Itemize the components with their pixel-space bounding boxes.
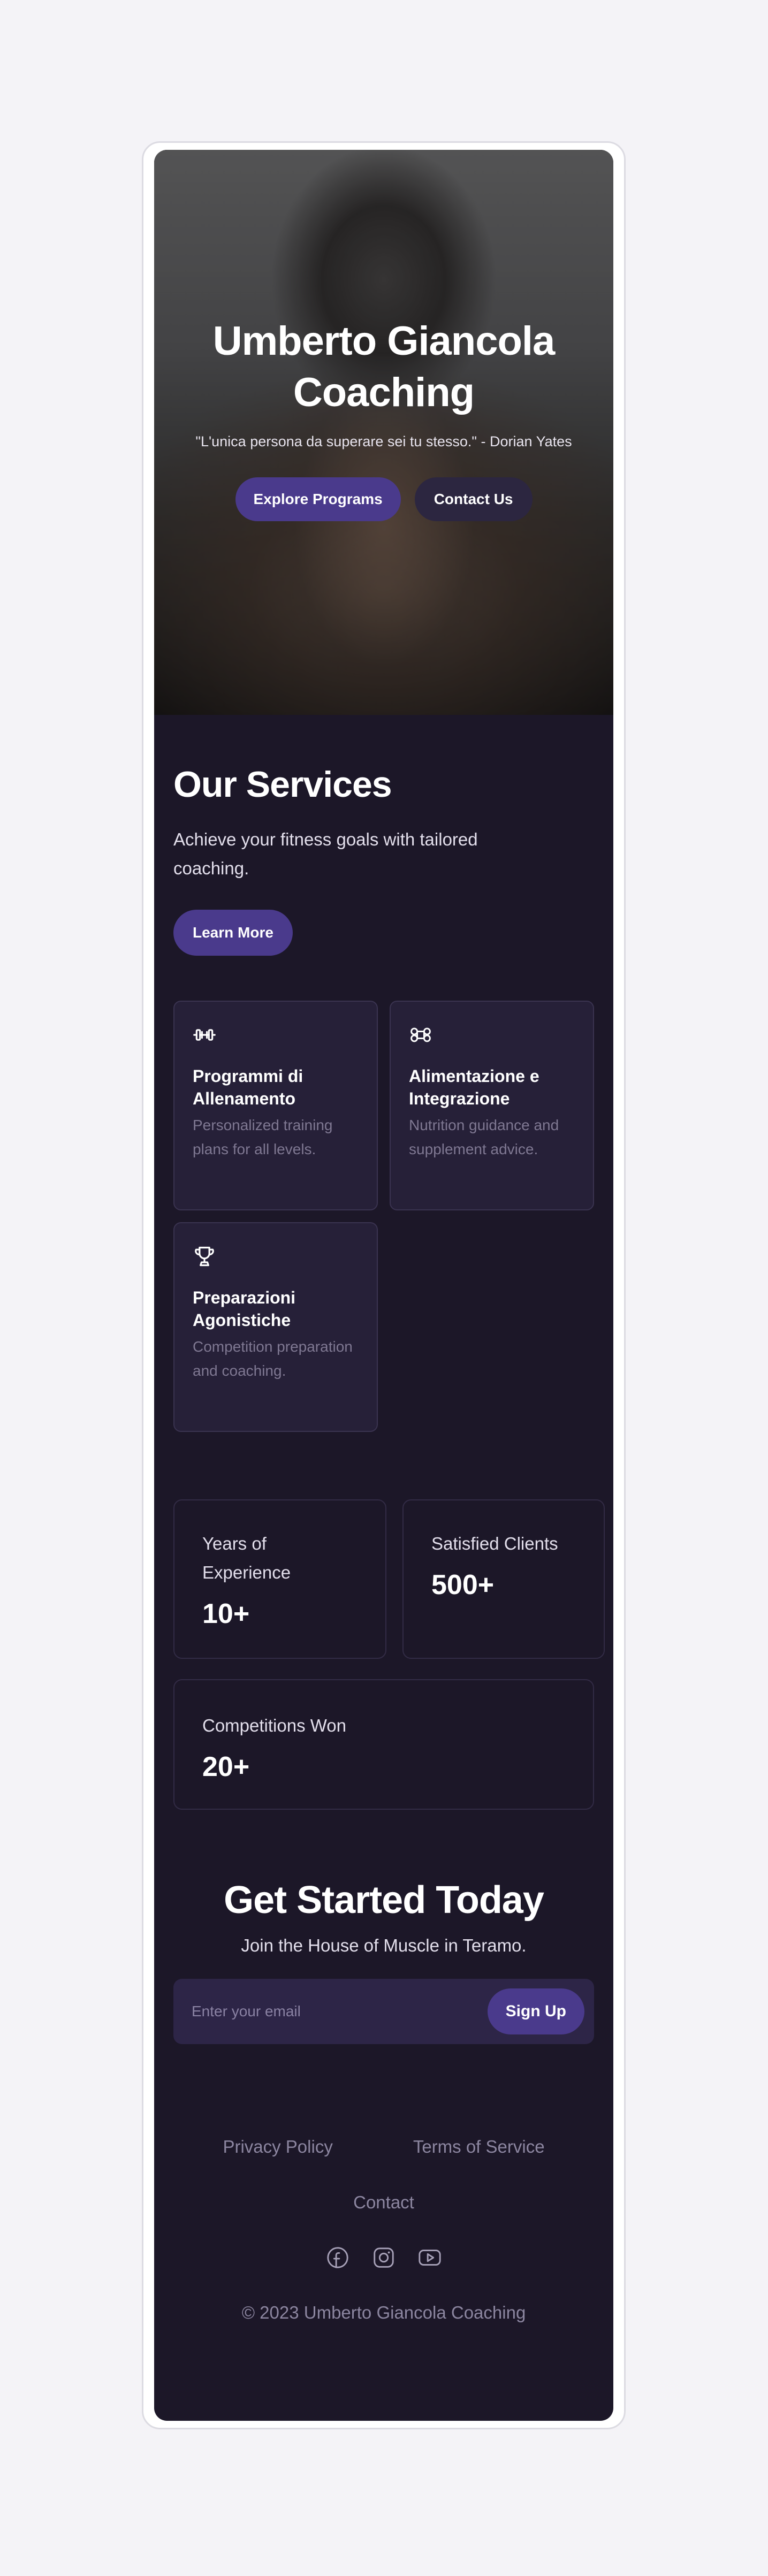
service-text: Nutrition guidance and supplement advice…	[409, 1117, 559, 1157]
stat-value: 500+	[431, 1569, 495, 1601]
learn-more-button[interactable]: Learn More	[173, 910, 293, 956]
stats-section: Years of Experience 10+ Satisfied Client…	[154, 1432, 613, 1810]
app-screen: Umberto Giancola Coaching "L'unica perso…	[154, 150, 613, 2421]
trophy-icon	[195, 1246, 214, 1267]
hero-section: Umberto Giancola Coaching "L'unica perso…	[154, 150, 613, 715]
hero-buttons: Explore Programs Contact Us	[154, 477, 613, 521]
service-title: Programmi di Allenamento	[193, 1066, 303, 1108]
dumbbell-icon	[193, 1029, 216, 1041]
social-links	[173, 2245, 594, 2270]
cta-title: Get Started Today	[224, 1879, 544, 1922]
stat-card-clients: Satisfied Clients 500+	[402, 1499, 605, 1659]
stat-card-competitions: Competitions Won 20+	[173, 1679, 594, 1810]
cta-section: Get Started Today Join the House of Musc…	[154, 1810, 613, 2044]
footer: Privacy Policy Terms of Service Contact …	[154, 2044, 613, 2325]
service-card-nutrition[interactable]: Alimentazione e Integrazione Nutrition g…	[390, 1001, 594, 1210]
facebook-icon[interactable]	[325, 2245, 350, 2270]
services-description: Achieve your fitness goals with tailored…	[173, 829, 478, 878]
stat-label: Years of Experience	[202, 1534, 291, 1582]
service-text: Competition preparation and coaching.	[193, 1338, 353, 1379]
stats-row: Years of Experience 10+ Satisfied Client…	[173, 1499, 605, 1659]
sign-up-button[interactable]: Sign Up	[487, 1988, 584, 2034]
footer-links: Privacy Policy Terms of Service	[173, 2135, 594, 2159]
hero-title: Umberto Giancola Coaching	[212, 318, 556, 415]
service-card-competition[interactable]: Preparazioni Agonistiche Competition pre…	[173, 1222, 378, 1432]
hero-quote: "L'unica persona da superare sei tu stes…	[195, 433, 572, 449]
youtube-icon[interactable]	[417, 2245, 442, 2270]
email-input[interactable]	[192, 1999, 459, 2024]
services-section: Our Services Achieve your fitness goals …	[154, 715, 613, 1432]
services-grid: Programmi di Allenamento Personalized tr…	[173, 1001, 594, 1432]
stat-value: 20+	[202, 1751, 250, 1782]
stat-value: 10+	[202, 1598, 250, 1629]
hero-content: Umberto Giancola Coaching "L'unica perso…	[154, 316, 613, 521]
stat-label: Competitions Won	[202, 1716, 347, 1735]
cta-subtitle: Join the House of Muscle in Teramo.	[241, 1935, 527, 1955]
contact-link[interactable]: Contact	[173, 2191, 594, 2214]
instagram-icon[interactable]	[371, 2245, 396, 2270]
service-title: Preparazioni Agonistiche	[193, 1288, 296, 1330]
service-text: Personalized training plans for all leve…	[193, 1117, 333, 1157]
terms-of-service-link[interactable]: Terms of Service	[413, 2135, 545, 2159]
service-card-training[interactable]: Programmi di Allenamento Personalized tr…	[173, 1001, 378, 1210]
privacy-policy-link[interactable]: Privacy Policy	[223, 2135, 332, 2159]
explore-programs-button[interactable]: Explore Programs	[235, 477, 401, 521]
stat-card-experience: Years of Experience 10+	[173, 1499, 386, 1659]
copyright: © 2023 Umberto Giancola Coaching	[241, 2303, 526, 2322]
services-heading: Our Services	[173, 764, 392, 805]
service-title: Alimentazione e Integrazione	[409, 1066, 539, 1108]
signup-form: Sign Up	[173, 1979, 594, 2044]
stat-label: Satisfied Clients	[431, 1534, 558, 1553]
command-icon	[410, 1027, 431, 1042]
contact-us-button[interactable]: Contact Us	[414, 477, 533, 521]
